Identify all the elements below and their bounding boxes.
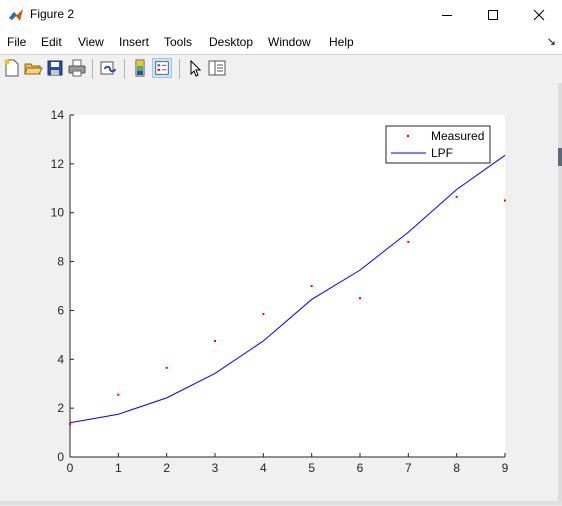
window-title: Figure 2 [30, 7, 75, 21]
title-bar[interactable]: Figure 2 [0, 0, 562, 30]
link-plot-icon[interactable] [98, 58, 118, 78]
x-tick-label: 3 [212, 461, 219, 475]
x-tick-label: 6 [357, 461, 364, 475]
x-tick-label: 2 [163, 461, 170, 475]
edit-plot-icon[interactable] [185, 58, 205, 78]
x-tick-label: 9 [502, 461, 509, 475]
data-point-measured[interactable] [359, 297, 361, 300]
toolbar-separator [179, 59, 180, 79]
new-figure-icon[interactable] [2, 58, 22, 78]
legend-swatch [407, 135, 409, 137]
toolbar-separator [92, 59, 93, 79]
menu-file[interactable]: File [7, 35, 26, 49]
x-tick-label: 4 [260, 461, 267, 475]
insert-colorbar-icon[interactable] [130, 58, 150, 78]
close-icon [533, 9, 545, 21]
insert-legend-button[interactable] [152, 58, 172, 78]
close-button[interactable] [516, 0, 562, 30]
menu-help[interactable]: Help [329, 35, 354, 49]
y-tick-label: 0 [57, 450, 64, 464]
menu-window[interactable]: Window [268, 35, 311, 49]
figure-canvas[interactable]: 0 1 2 3 4 5 6 7 8 9 0 2 4 6 8 10 12 14 Measured LPF [0, 83, 558, 501]
minimize-button[interactable] [424, 0, 470, 30]
minimize-icon [442, 15, 452, 16]
x-tick-label: 8 [453, 461, 460, 475]
menu-edit[interactable]: Edit [41, 35, 62, 49]
maximize-button[interactable] [470, 0, 516, 30]
toolbar-separator [124, 59, 125, 79]
maximize-icon [488, 10, 498, 20]
legend-label: LPF [431, 146, 453, 160]
y-tick-label: 8 [57, 255, 64, 269]
y-tick-label: 4 [57, 352, 64, 366]
window-border [558, 83, 562, 505]
menu-bar: File Edit View Insert Tools Desktop Wind… [0, 30, 562, 54]
data-point-measured[interactable] [504, 199, 506, 202]
x-tick-label: 5 [308, 461, 315, 475]
y-tick-label: 10 [51, 206, 65, 220]
y-tick-label: 6 [57, 303, 64, 317]
x-tick-label: 7 [405, 461, 412, 475]
y-tick-label: 14 [51, 108, 65, 122]
y-tick-label: 12 [51, 157, 65, 171]
data-point-measured[interactable] [407, 241, 410, 244]
x-tick-label: 1 [115, 461, 122, 475]
plot-area [70, 115, 505, 457]
data-point-measured[interactable] [165, 366, 168, 369]
dock-arrow-icon[interactable]: ↘ [547, 35, 556, 48]
menu-desktop[interactable]: Desktop [209, 35, 253, 49]
y-tick-label: 2 [57, 401, 64, 415]
data-point-measured[interactable] [262, 313, 265, 316]
property-inspector-icon[interactable] [207, 58, 227, 78]
line-chart[interactable]: 0 1 2 3 4 5 6 7 8 902468101214 MeasuredLPF [0, 83, 558, 501]
legend[interactable]: Measured LPF [385, 125, 491, 164]
legend-label: Measured [431, 129, 484, 143]
docked-panel-tab[interactable] [558, 148, 562, 166]
menu-tools[interactable]: Tools [164, 35, 192, 49]
insert-legend-icon [155, 61, 169, 75]
data-point-measured[interactable] [69, 423, 71, 426]
save-icon[interactable] [45, 58, 65, 78]
data-point-measured[interactable] [455, 195, 458, 198]
open-file-icon[interactable] [23, 58, 43, 78]
data-point-measured[interactable] [310, 285, 313, 287]
menu-view[interactable]: View [78, 35, 104, 49]
menu-insert[interactable]: Insert [119, 35, 149, 49]
matlab-logo-icon [9, 9, 23, 21]
figure-toolbar [0, 54, 562, 84]
data-point-measured[interactable] [214, 339, 216, 342]
x-tick-label: 0 [67, 461, 74, 475]
window-border-bottom [0, 501, 562, 505]
print-icon[interactable] [67, 58, 87, 78]
data-point-measured[interactable] [117, 393, 120, 396]
